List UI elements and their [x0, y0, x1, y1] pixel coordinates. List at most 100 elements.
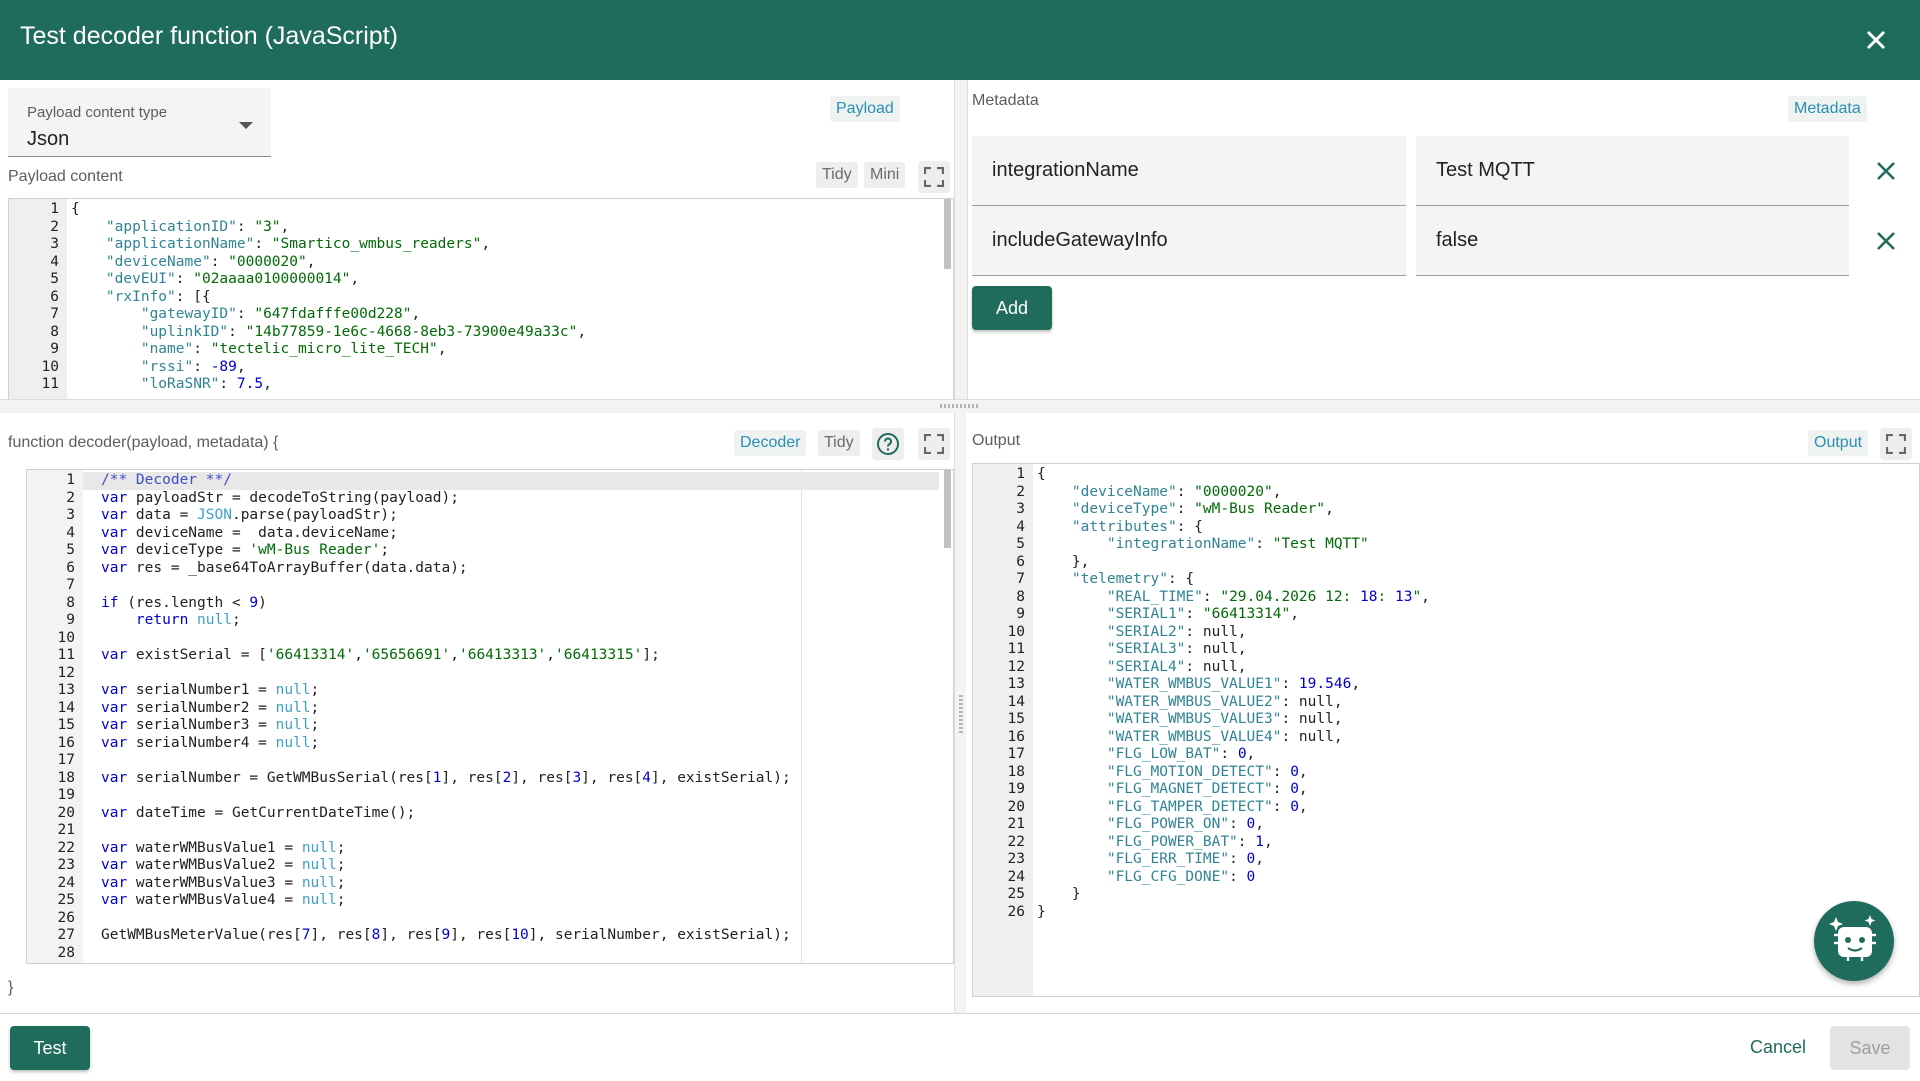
payload-code-line: "deviceName": "0000020", — [105, 253, 316, 270]
payload-line-number: 5 — [50, 271, 59, 287]
output-line-number: 7 — [1016, 571, 1025, 587]
decoder-code-line: var serialNumber4 = null; — [101, 734, 320, 751]
decoder-print-margin — [801, 470, 802, 963]
output-line-number: 13 — [1007, 676, 1025, 692]
decoder-line-number: 17 — [57, 752, 75, 768]
output-code-line: "FLG_POWER_BAT": 1, — [1106, 833, 1273, 850]
decoder-signature: function decoder(payload, metadata) { — [8, 434, 279, 451]
decoder-code-line: var serialNumber3 = null; — [101, 717, 320, 733]
payload-code-line: "gatewayID": "647fdafffe00d228", — [140, 306, 421, 322]
payload-line-number: 4 — [50, 253, 59, 270]
decoder-scrollbar[interactable] — [944, 470, 951, 548]
payload-content-type-select[interactable]: Payload content type Json — [8, 88, 271, 157]
payload-pane: Payload content type Json Payload Payloa… — [0, 80, 954, 462]
payload-code-line: { — [71, 201, 80, 217]
output-code-line: } — [1037, 903, 1046, 920]
decoder-line-number: 1 — [66, 472, 75, 488]
metadata-key-field-1[interactable]: integrationName — [972, 136, 1406, 206]
output-code-line: "SERIAL1": "66413314", — [1106, 606, 1299, 622]
payload-code-line: "uplinkID": "14b77859-1e6c-4668-8eb3-739… — [140, 323, 587, 340]
output-line-number: 14 — [1007, 693, 1025, 710]
output-pane: Output Output 1 2 3 4 5 6 7 8 9 10 11 12 13 14 15 16 17 1… — [966, 413, 1920, 1013]
payload-line-number: 10 — [41, 358, 59, 375]
output-line-number: 24 — [1007, 868, 1025, 885]
payload-content-type-value: Json — [27, 128, 70, 150]
decoder-fullscreen-button[interactable] — [918, 428, 950, 460]
test-button[interactable]: Test — [10, 1026, 90, 1070]
splitter-grip — [959, 693, 963, 733]
payload-chip: Payload — [830, 96, 900, 122]
output-code-line: "FLG_LOW_BAT": 0, — [1106, 746, 1256, 762]
output-line-number: 3 — [1016, 501, 1025, 517]
decoder-code-line: var dateTime = GetCurrentDateTime(); — [101, 804, 416, 821]
output-code-line: }, — [1037, 553, 1090, 570]
decoder-closing-brace: } — [8, 979, 14, 996]
metadata-key-field-2[interactable]: includeGatewayInfo — [972, 206, 1406, 276]
add-metadata-button[interactable]: Add — [972, 286, 1052, 330]
output-code-line: "deviceName": "0000020", — [1071, 483, 1282, 500]
payload-line-number: 9 — [50, 341, 59, 357]
payload-code-line: "rxInfo": [{ — [105, 288, 211, 305]
decoder-tidy-button[interactable]: Tidy — [818, 430, 860, 456]
decoder-code-line: var res = _base64ToArrayBuffer(data.data… — [101, 559, 468, 576]
decoder-line-number: 5 — [66, 542, 75, 558]
metadata-label: Metadata — [972, 92, 1039, 109]
output-line-number: 5 — [1016, 536, 1025, 552]
decoder-line-number: 24 — [57, 874, 75, 891]
decoder-line-number: 26 — [57, 909, 75, 926]
close-icon[interactable] — [1856, 20, 1896, 60]
cancel-button[interactable]: Cancel — [1750, 1037, 1806, 1058]
decoder-line-number: 8 — [66, 594, 75, 611]
decoder-help-button[interactable] — [872, 428, 904, 460]
remove-row-icon[interactable] — [1871, 156, 1901, 186]
output-code-line: "attributes": { — [1071, 518, 1203, 535]
decoder-gutter: 1 2 3 4 5 6 7 8 9 10 11 12 13 14 15 16 17 18 19 20 21 22 23 24 2… — [27, 470, 83, 963]
output-line-number: 21 — [1007, 816, 1025, 832]
decoder-chip: Decoder — [734, 430, 807, 456]
decoder-code-line — [101, 822, 791, 840]
decoder-code-line: var waterWMBusValue2 = null; — [101, 857, 346, 873]
output-line-number: 4 — [1016, 518, 1025, 535]
metadata-value-field-2[interactable]: false — [1416, 206, 1849, 276]
output-code-line: "SERIAL2": null, — [1106, 623, 1247, 640]
output-code-line: { — [1037, 466, 1046, 482]
decoder-code-line: var waterWMBusValue1 = null; — [101, 839, 346, 856]
fullscreen-icon — [924, 167, 944, 187]
payload-line-number: 6 — [50, 288, 59, 305]
output-line-number: 15 — [1007, 711, 1025, 727]
payload-scrollbar[interactable] — [944, 199, 951, 269]
output-code: { "deviceName": "0000020", "deviceType":… — [1037, 464, 1430, 921]
save-button[interactable]: Save — [1830, 1026, 1910, 1070]
payload-code-line: "name": "tectelic_micro_lite_TECH", — [140, 341, 447, 357]
assistant-bot-button[interactable] — [1814, 901, 1894, 981]
splitter-grip — [940, 404, 980, 408]
decoder-code-line: return null; — [135, 612, 241, 628]
payload-line-number: 7 — [50, 306, 59, 322]
output-code-line: "WATER_WMBUS_VALUE4": null, — [1106, 728, 1343, 745]
remove-row-icon[interactable] — [1871, 226, 1901, 256]
payload-fullscreen-button[interactable] — [918, 161, 950, 193]
payload-code-line: "devEUI": "02aaaa0100000014", — [105, 271, 360, 287]
output-fullscreen-button[interactable] — [1880, 428, 1912, 460]
decoder-code-line: var serialNumber = GetWMBusSerial(res[1]… — [101, 769, 791, 786]
output-code-line: "WATER_WMBUS_VALUE1": 19.546, — [1106, 676, 1361, 692]
output-code-line: "REAL_TIME": "29.04.2026 12: 18: 13", — [1106, 588, 1430, 605]
decoder-line-number: 2 — [66, 489, 75, 506]
decoder-line-number: 19 — [57, 787, 75, 803]
payload-tidy-button[interactable]: Tidy — [816, 162, 858, 188]
decoder-line-number: 9 — [66, 612, 75, 628]
metadata-value-field-1[interactable]: Test MQTT — [1416, 136, 1849, 206]
output-code-line: "deviceType": "wM-Bus Reader", — [1071, 501, 1334, 517]
decoder-editor[interactable]: 1 2 3 4 5 6 7 8 9 10 11 12 13 14 15 16 17 18 19 20 21 22 23 24 2… — [26, 469, 954, 964]
output-line-number: 22 — [1007, 833, 1025, 850]
decoder-code-line: var deviceType = 'wM-Bus Reader'; — [101, 542, 390, 558]
payload-mini-button[interactable]: Mini — [864, 162, 906, 188]
output-line-number: 20 — [1007, 798, 1025, 815]
dialog-footer: Test Cancel Save — [0, 1013, 1920, 1081]
output-code-line: "integrationName": "Test MQTT" — [1106, 536, 1369, 552]
decoder-line-number: 13 — [57, 682, 75, 698]
vertical-splitter[interactable] — [954, 80, 968, 399]
fullscreen-icon — [924, 434, 944, 454]
output-code-line: "WATER_WMBUS_VALUE2": null, — [1106, 693, 1343, 710]
output-code-line: "FLG_ERR_TIME": 0, — [1106, 851, 1264, 867]
